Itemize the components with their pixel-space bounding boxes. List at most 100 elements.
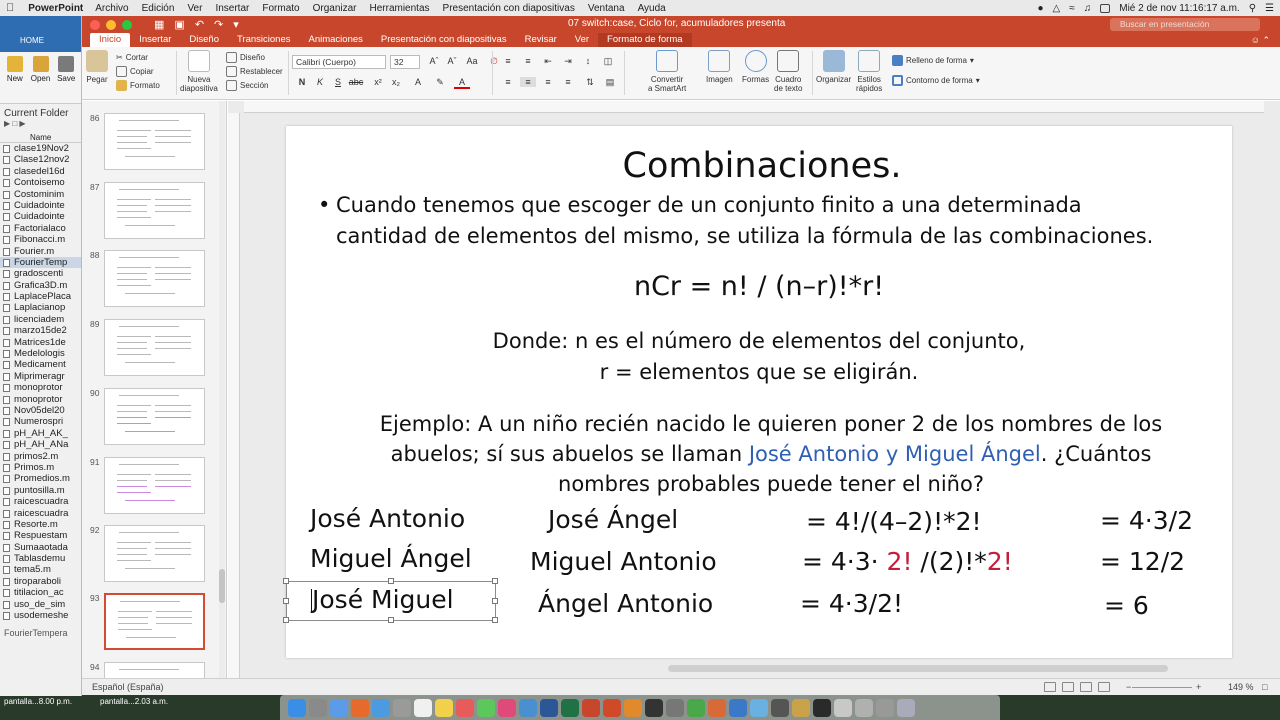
photos-icon[interactable] — [456, 698, 474, 717]
normal-view-icon[interactable] — [1044, 682, 1056, 692]
shape-fill-button[interactable]: Relleno de forma ▾ — [892, 53, 980, 67]
zoom-window-icon[interactable] — [122, 19, 132, 30]
tab-presentacion[interactable]: Presentación con diapositivas — [372, 33, 516, 47]
horizontal-scrollbar[interactable] — [668, 665, 1168, 672]
slide-title[interactable]: Combinaciones. — [286, 146, 1232, 186]
paste-button[interactable]: Pegar — [86, 50, 108, 84]
zoom-slider[interactable] — [1132, 687, 1192, 688]
fit-slide-icon[interactable]: □ — [1262, 682, 1267, 692]
file-list-item[interactable]: licenciadem — [0, 314, 81, 325]
justify-icon[interactable]: ≡ — [560, 77, 576, 87]
file-list-item[interactable]: uso_de_sim — [0, 599, 81, 610]
firefox-icon[interactable] — [351, 698, 369, 717]
file-list-item[interactable]: Medicament — [0, 359, 81, 370]
zoom-out-icon[interactable]: − — [1126, 682, 1131, 692]
documents-icon[interactable] — [855, 698, 873, 717]
resize-handle[interactable] — [388, 578, 394, 584]
combination-formula[interactable]: nCr = n! / (n–r)!*r! — [286, 271, 1232, 302]
terminal-icon[interactable] — [645, 698, 663, 717]
file-list-item[interactable]: Laplacianop — [0, 302, 81, 313]
minimize-window-icon[interactable] — [106, 19, 116, 30]
numbering-icon[interactable]: ≡ — [520, 56, 536, 66]
file-list-item[interactable]: Costominim — [0, 189, 81, 200]
matlab-save-button[interactable]: Save — [55, 56, 77, 99]
format-painter-button[interactable]: Formato — [116, 78, 160, 92]
menu-herramientas[interactable]: Herramientas — [370, 3, 430, 14]
undo-icon[interactable]: ↶ — [195, 18, 204, 31]
result-step-2[interactable]: = 12/2 — [1100, 547, 1185, 576]
menu-ver[interactable]: Ver — [187, 3, 202, 14]
file-list-item[interactable]: clase19Nov2 — [0, 143, 81, 154]
resize-handle[interactable] — [283, 578, 289, 584]
slide-thumbnail-preview[interactable] — [104, 113, 205, 170]
image-button[interactable]: Imagen — [706, 50, 733, 84]
matlab-new-button[interactable]: New — [4, 56, 26, 99]
tab-ver[interactable]: Ver — [566, 33, 598, 47]
example-text[interactable]: Ejemplo: A un niño recién nacido le quie… — [336, 409, 1206, 499]
file-list-item[interactable]: marzo15de2 — [0, 325, 81, 336]
file-list-item[interactable]: Promedios.m — [0, 473, 81, 484]
line-spacing-icon[interactable]: ↕ — [580, 56, 596, 66]
file-list-item[interactable]: primos2.m — [0, 451, 81, 462]
shape-outline-button[interactable]: Contorno de forma ▾ — [892, 73, 980, 87]
menu-ayuda[interactable]: Ayuda — [638, 3, 666, 14]
preview-icon[interactable] — [750, 698, 768, 717]
pages-icon[interactable] — [708, 698, 726, 717]
result-step-3[interactable]: = 6 — [1104, 591, 1149, 620]
selected-text-box[interactable] — [283, 578, 498, 623]
superscript-button[interactable]: x² — [370, 77, 386, 87]
screenshot-icon[interactable] — [771, 698, 789, 717]
file-list-item[interactable]: Fourier.m — [0, 246, 81, 257]
name-combination-6[interactable]: Ángel Antonio — [538, 589, 713, 618]
trash-icon[interactable] — [897, 698, 915, 717]
apple-icon[interactable]:  — [6, 2, 14, 14]
search-input[interactable]: Buscar en presentación — [1110, 18, 1260, 31]
file-list-item[interactable]: Numerospri — [0, 416, 81, 427]
text-effects-icon[interactable]: A — [410, 77, 426, 87]
resize-handle[interactable] — [492, 598, 498, 604]
underline-button[interactable]: S — [330, 77, 346, 87]
definition-text[interactable]: Donde: n es el número de elementos del c… — [286, 326, 1232, 388]
name-combination-1[interactable]: José Antonio — [310, 504, 465, 533]
notes-icon[interactable] — [435, 698, 453, 717]
font-family-select[interactable]: Calibri (Cuerpo) — [292, 55, 386, 69]
tab-transiciones[interactable]: Transiciones — [228, 33, 300, 47]
align-text-icon[interactable]: ▤ — [602, 77, 618, 88]
slide-thumbnail-preview[interactable] — [104, 388, 205, 445]
contacts-icon[interactable] — [393, 698, 411, 717]
matlab-home-tab[interactable]: HOME — [0, 16, 81, 52]
file-list-item[interactable]: Factorialaco — [0, 223, 81, 234]
calculation-step-2[interactable]: = 4·3· 2! /(2)!*2! — [802, 547, 1013, 576]
preferences-icon[interactable] — [666, 698, 684, 717]
file-list-item[interactable]: gradoscenti — [0, 268, 81, 279]
strikethrough-button[interactable]: abc — [348, 77, 364, 87]
reading-view-icon[interactable] — [1080, 682, 1092, 692]
copy-button[interactable]: Copiar — [116, 64, 160, 78]
grow-font-icon[interactable]: Aˆ — [426, 56, 442, 66]
tab-formato-de-forma[interactable]: Formato de forma — [598, 33, 692, 47]
name-combination-5[interactable]: Miguel Antonio — [530, 547, 717, 576]
customize-icon[interactable]: ▾ — [233, 18, 239, 31]
app-store-icon[interactable] — [519, 698, 537, 717]
highlight-icon[interactable]: ✎ — [432, 77, 448, 88]
slideshow-view-icon[interactable] — [1098, 682, 1110, 692]
excel-icon[interactable] — [561, 698, 579, 717]
menu-ventana[interactable]: Ventana — [588, 3, 625, 14]
file-list-item[interactable]: Medelologis — [0, 348, 81, 359]
file-list-item[interactable]: Resorte.m — [0, 519, 81, 530]
folder-icon[interactable] — [792, 698, 810, 717]
feedback-icon[interactable]: ☺ ⌃ — [1251, 33, 1270, 47]
battery-icon[interactable] — [1100, 3, 1111, 13]
desktop-stack-icon[interactable] — [876, 698, 894, 717]
slide-thumbnail-preview[interactable] — [104, 319, 205, 376]
file-list-item[interactable]: Primos.m — [0, 462, 81, 473]
name-column-header[interactable]: Name — [0, 133, 81, 143]
file-list-item[interactable]: Clase12nov2 — [0, 154, 81, 165]
tab-revisar[interactable]: Revisar — [516, 33, 566, 47]
bluetooth-icon[interactable]: ● — [1038, 3, 1044, 14]
menu-archivo[interactable]: Archivo — [95, 3, 128, 14]
file-list-item[interactable]: Fibonacci.m — [0, 234, 81, 245]
tab-inicio[interactable]: Inicio — [90, 33, 131, 47]
grid-icon[interactable]: ▦ — [154, 18, 164, 31]
keynote-icon[interactable] — [729, 698, 747, 717]
